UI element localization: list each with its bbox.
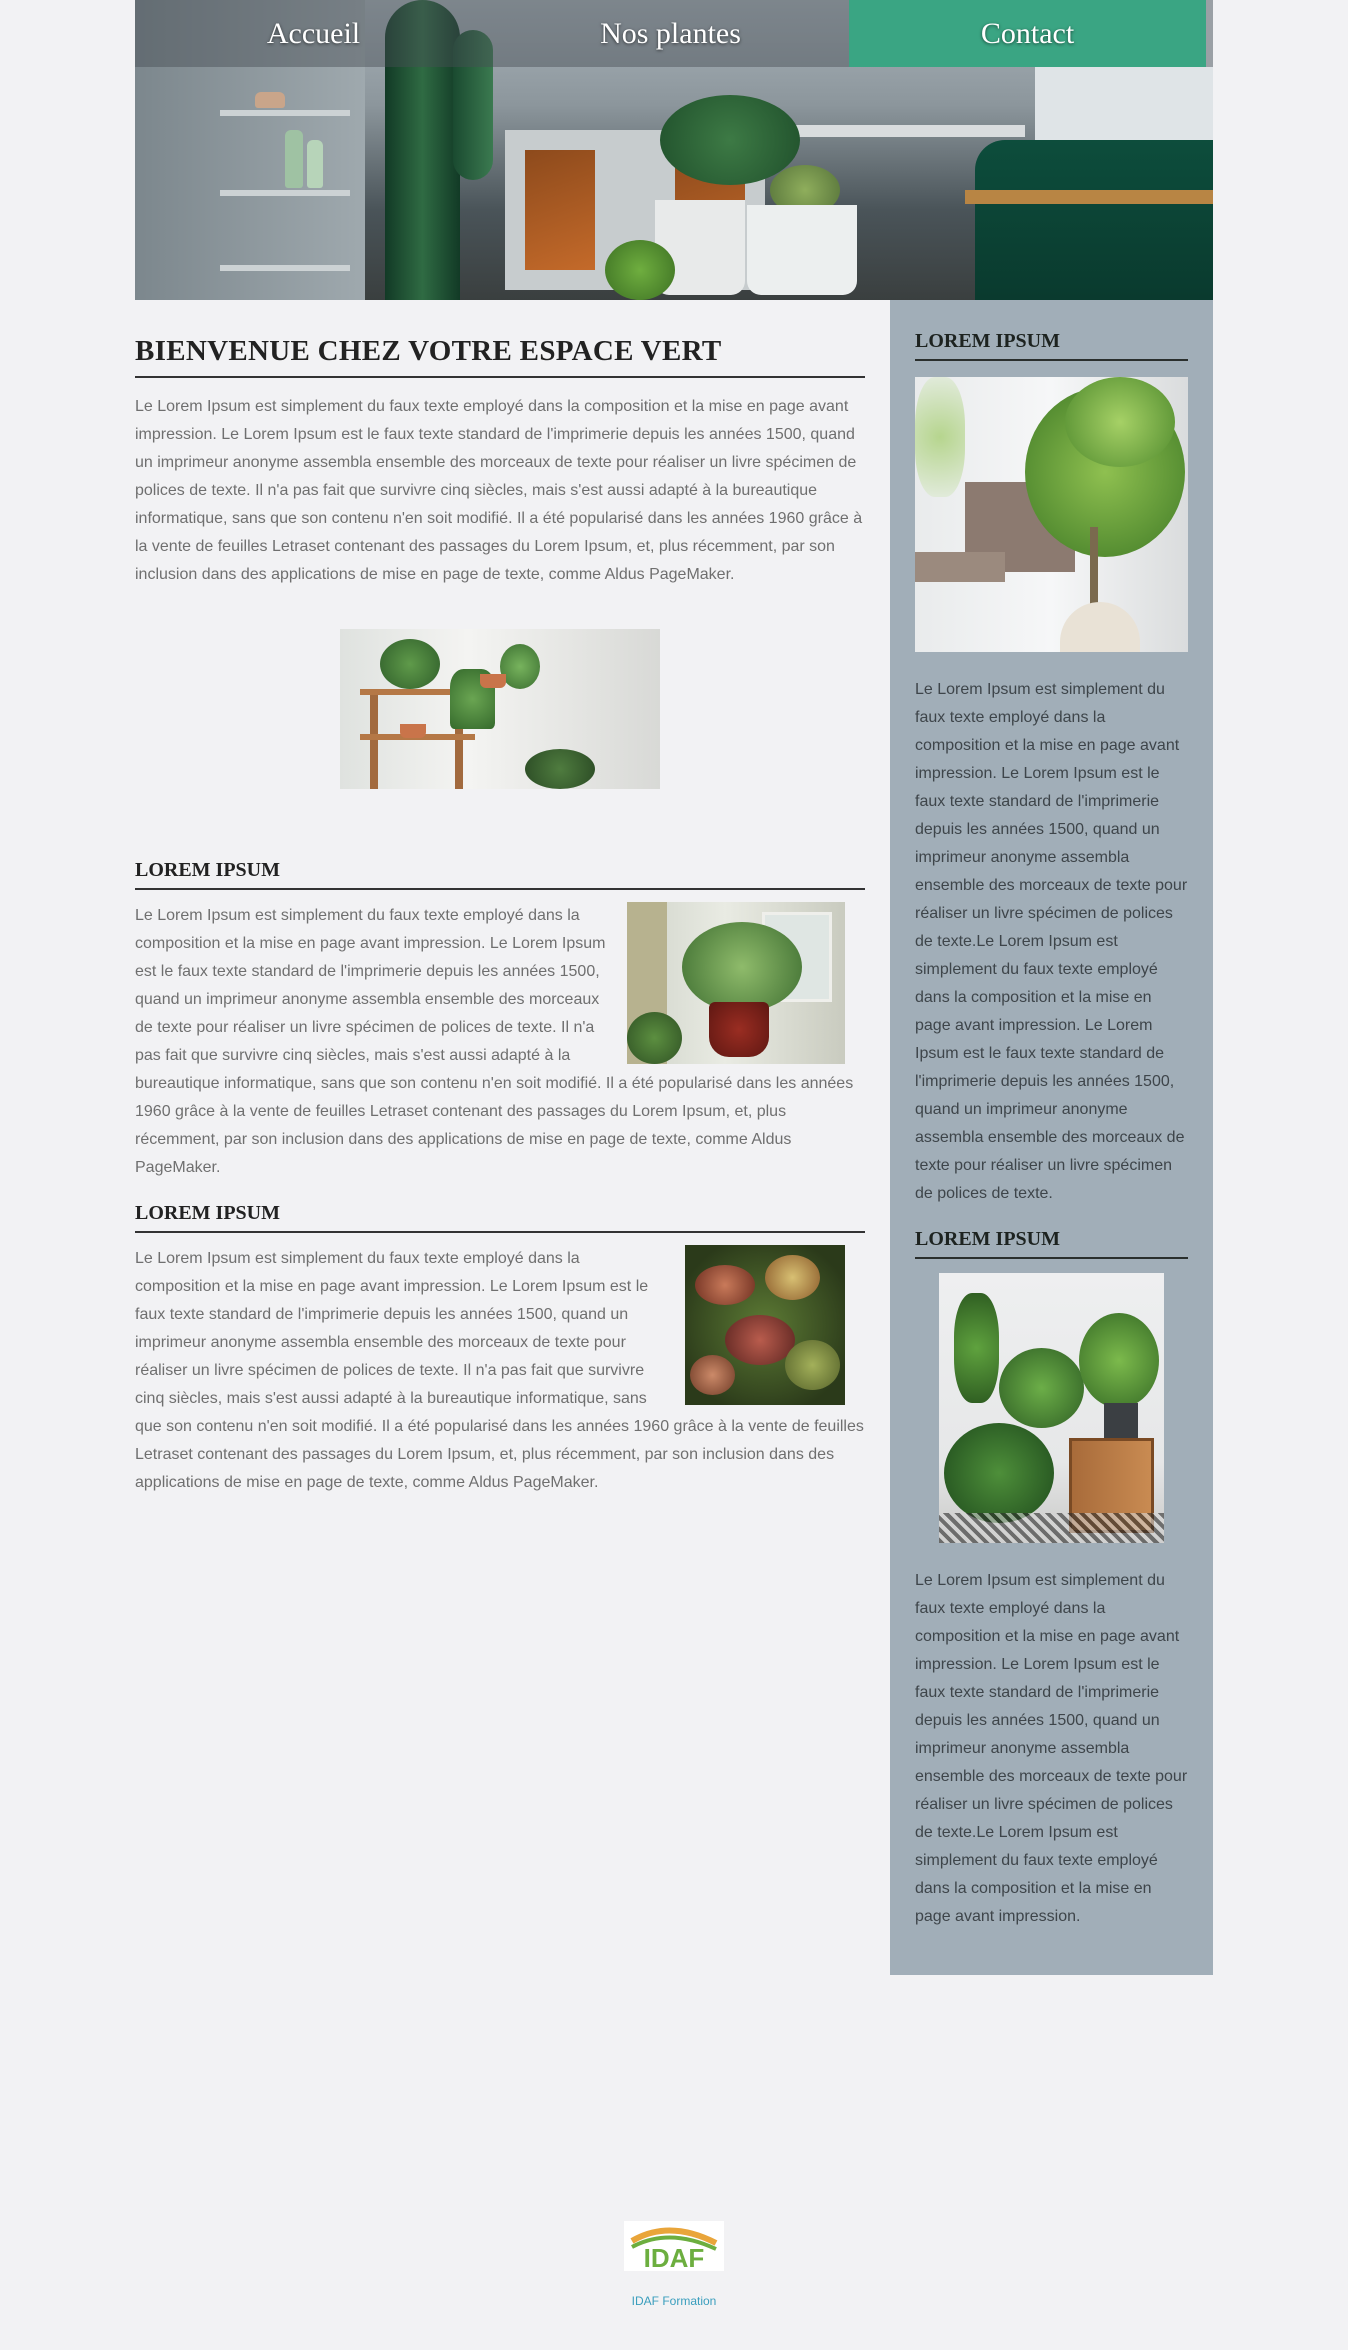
nav-item-nos-plantes[interactable]: Nos plantes — [492, 0, 849, 67]
section-title: LOREM IPSUM — [135, 859, 865, 890]
main-content: BIENVENUE CHEZ VOTRE ESPACE VERT Le Lore… — [135, 300, 865, 1497]
sidebar: LOREM IPSUM Le Lorem Ipsum est simplemen… — [890, 300, 1213, 1975]
header-banner: Accueil Nos plantes Contact — [135, 0, 1213, 300]
section-lorem-ipsum-2: LOREM IPSUM Le Lorem Ipsum est simplemen… — [135, 1202, 865, 1497]
sidebar-block-1-title: LOREM IPSUM — [915, 330, 1188, 361]
idaf-logo-graphic: IDAF — [630, 2227, 718, 2271]
footer-link[interactable]: IDAF Formation — [0, 2294, 1348, 2308]
plant-shelf-image — [340, 629, 660, 789]
page-title: BIENVENUE CHEZ VOTRE ESPACE VERT — [135, 335, 865, 378]
sidebar-plant-image-1 — [915, 377, 1188, 652]
section-title: LOREM IPSUM — [135, 1202, 865, 1233]
sidebar-block-1-text: Le Lorem Ipsum est simplement du faux te… — [915, 681, 1188, 1202]
sidebar-plant-image-2 — [939, 1273, 1164, 1543]
intro-paragraph: Le Lorem Ipsum est simplement du faux te… — [135, 398, 863, 583]
nav-item-contact[interactable]: Contact — [849, 0, 1206, 67]
section-1-plant-image — [627, 902, 845, 1064]
section-lorem-ipsum-1: LOREM IPSUM Le Lorem Ipsum est simplemen… — [135, 859, 865, 1182]
sidebar-block-2-title: LOREM IPSUM — [915, 1228, 1188, 1259]
main-nav: Accueil Nos plantes Contact — [135, 0, 1213, 67]
section-2-succulent-image — [685, 1245, 845, 1405]
idaf-logo[interactable]: IDAF — [624, 2221, 724, 2271]
logo-text: IDAF — [644, 2243, 705, 2271]
nav-item-accueil[interactable]: Accueil — [135, 0, 492, 67]
sidebar-block-2-text: Le Lorem Ipsum est simplement du faux te… — [915, 1572, 1188, 1925]
